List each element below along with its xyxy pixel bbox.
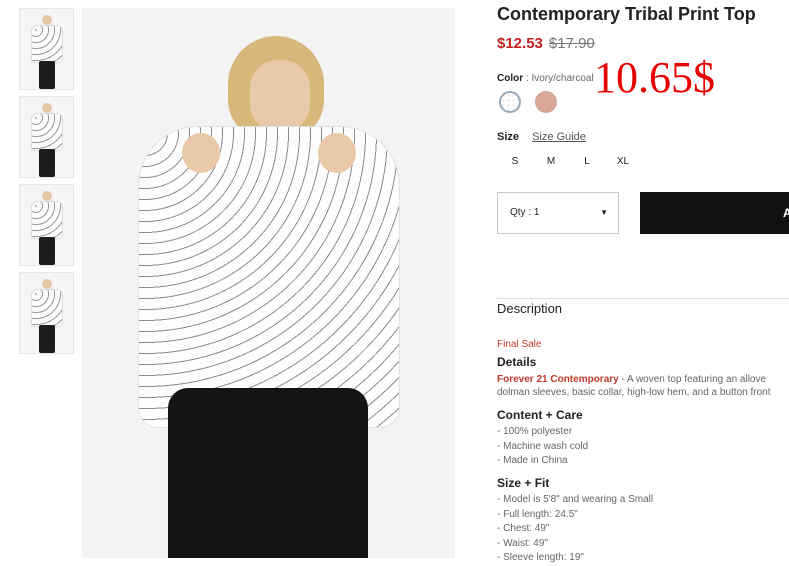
size-label: Size (497, 131, 520, 143)
content-care-list: - 100% polyester - Machine wash cold - M… (497, 425, 588, 469)
sale-price: $12.53 (497, 35, 543, 52)
color-value: Ivory/charcoal (531, 73, 594, 84)
caret-down-icon: ▼ (600, 208, 608, 217)
thumbnail-list (19, 8, 74, 360)
product-main-image[interactable] (82, 8, 455, 558)
size-option-s[interactable]: S (497, 156, 533, 167)
list-item: - Full length: 24.5" (497, 508, 578, 520)
thumbnail-model-head (41, 103, 52, 113)
list-item: - Sleeve length: 19" (497, 552, 584, 563)
thumbnail-model-shirt (30, 113, 63, 151)
details-heading: Details (497, 355, 537, 369)
thumbnail-model-legs (38, 61, 55, 89)
thumbnail-4[interactable] (19, 272, 74, 354)
list-item: - Model is 5'8" and wearing a Small (497, 494, 654, 505)
list-item: - Made in China (497, 455, 568, 466)
color-swatch-ivory[interactable] (499, 91, 521, 113)
quantity-select[interactable]: Qty : 1 ▼ (497, 192, 619, 234)
divider (497, 298, 789, 299)
color-label: Color (497, 73, 524, 84)
thumbnail-2[interactable] (19, 96, 74, 178)
thumbnail-model-head (41, 15, 52, 25)
list-item: - 100% polyester (497, 426, 573, 437)
thumbnail-model-shirt (30, 201, 63, 239)
thumbnail-model-head (41, 279, 52, 289)
size-fit-heading: Size + Fit (497, 476, 550, 490)
thumbnail-model-legs (38, 325, 55, 353)
model-cold-shoulder-right (318, 133, 356, 173)
model-tribal-print-top (138, 126, 400, 428)
thumbnail-3[interactable] (19, 184, 74, 266)
original-price: $17.90 (548, 35, 595, 52)
size-guide-link[interactable]: Size Guide (532, 131, 586, 143)
model-cold-shoulder-left (182, 133, 220, 173)
final-sale-label: Final Sale (497, 339, 542, 350)
details-line-1: - A woven top featuring an allove (618, 374, 767, 385)
product-price: $12.53 $17.90 (497, 35, 595, 52)
list-item: - Chest: 49" (497, 523, 550, 534)
size-option-xl[interactable]: XL (605, 156, 641, 167)
thumbnail-model-legs (38, 149, 55, 177)
list-item: - Waist: 49" (497, 537, 548, 549)
thumbnail-1[interactable] (19, 8, 74, 90)
brand-name: Forever 21 Contemporary (497, 374, 619, 385)
add-to-bag-button[interactable]: A (640, 192, 789, 234)
details-line-2: dolman sleeves, basic collar, high-low h… (497, 387, 771, 398)
size-row: Size Size Guide (497, 131, 586, 143)
color-separator: : (525, 73, 529, 84)
model-pants (168, 388, 368, 558)
thumbnail-model-shirt (30, 25, 63, 63)
size-option-l[interactable]: L (569, 156, 605, 167)
size-option-m[interactable]: M (533, 156, 569, 167)
quantity-label: Qty : 1 (510, 207, 540, 218)
color-row: Color : Ivory/charcoal (497, 73, 594, 84)
size-options: S M L XL (497, 156, 641, 167)
list-item: - Machine wash cold (497, 440, 589, 452)
size-fit-list: - Model is 5'8" and wearing a Small - Fu… (497, 493, 653, 566)
thumbnail-model-head (41, 191, 52, 201)
thumbnail-model-legs (38, 237, 55, 265)
description-heading[interactable]: Description (497, 301, 562, 316)
handwritten-price-annotation: 10.65$ (594, 53, 715, 102)
thumbnail-model-shirt (30, 289, 63, 327)
content-care-heading: Content + Care (497, 408, 583, 422)
color-swatch-blush[interactable] (535, 91, 557, 113)
model-face (250, 60, 310, 132)
details-text: Forever 21 Contemporary - A woven top fe… (497, 373, 789, 399)
product-title: Contemporary Tribal Print Top (497, 4, 756, 24)
